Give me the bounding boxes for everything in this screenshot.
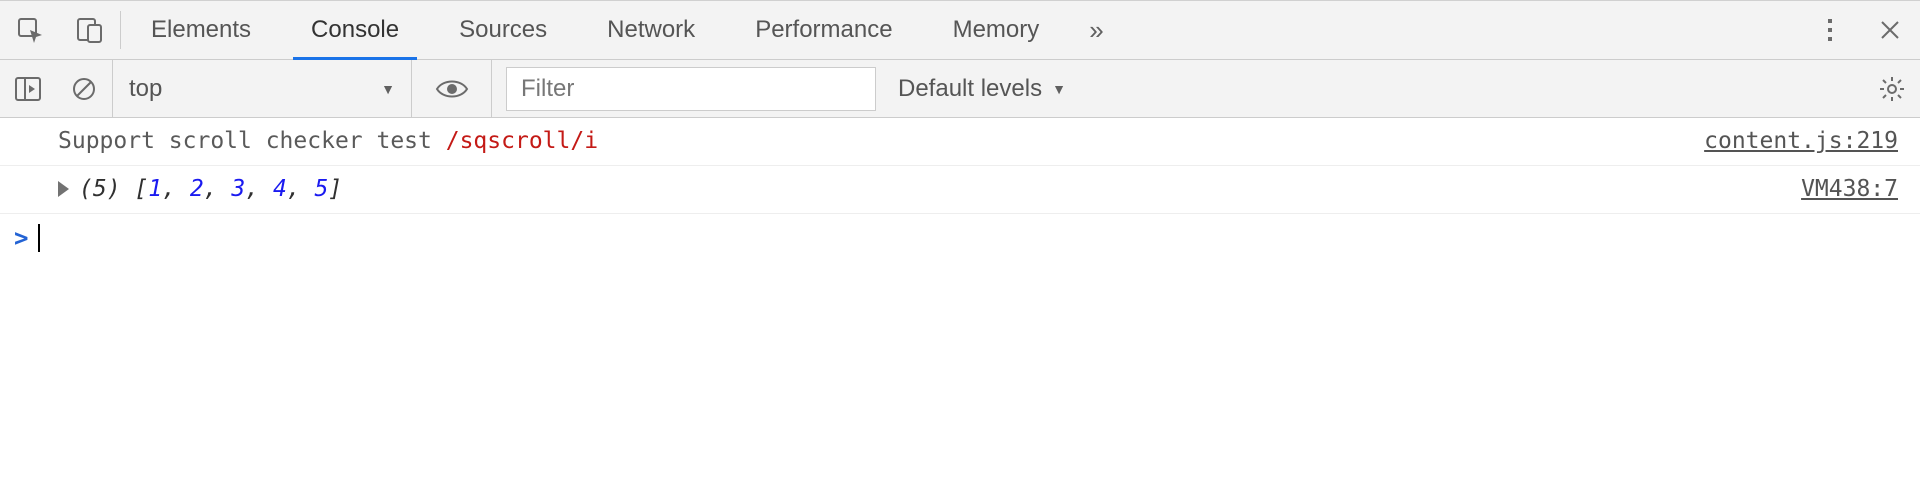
expand-toggle-icon[interactable] <box>58 181 69 197</box>
log-levels-select[interactable]: Default levels ▼ <box>876 60 1088 117</box>
log-levels-label: Default levels <box>898 75 1042 103</box>
execution-context-label: top <box>129 75 162 103</box>
tab-memory[interactable]: Memory <box>923 1 1070 59</box>
execution-context-select[interactable]: top ▼ <box>112 60 412 117</box>
console-settings-icon[interactable] <box>1864 75 1920 103</box>
more-tabs-icon[interactable]: » <box>1069 1 1123 59</box>
close-icon[interactable] <box>1860 18 1920 42</box>
log-source-link[interactable]: content.js:219 <box>1684 126 1898 157</box>
console-log-row: (5) [1, 2, 3, 4, 5] VM438:7 <box>0 166 1920 214</box>
chevron-down-icon: ▼ <box>1052 81 1066 97</box>
clear-console-icon[interactable] <box>56 76 112 102</box>
console-prompt[interactable]: > <box>0 214 1920 252</box>
log-message: (5) [1, 2, 3, 4, 5] <box>58 174 1781 205</box>
kebab-menu-icon[interactable] <box>1800 17 1860 43</box>
console-toolbar: top ▼ Default levels ▼ <box>0 60 1920 118</box>
tab-elements[interactable]: Elements <box>121 1 281 59</box>
log-message: Support scroll checker test /sqscroll/i <box>58 126 1684 157</box>
console-log-row: Support scroll checker test /sqscroll/i … <box>0 118 1920 166</box>
inspect-element-icon[interactable] <box>0 1 60 59</box>
tab-sources[interactable]: Sources <box>429 1 577 59</box>
live-expression-icon[interactable] <box>412 60 492 117</box>
console-output: Support scroll checker test /sqscroll/i … <box>0 118 1920 252</box>
prompt-chevron-icon: > <box>14 224 28 252</box>
devtools-tabstrip: Elements Console Sources Network Perform… <box>0 0 1920 60</box>
array-length: (5) <box>79 176 121 202</box>
tab-performance[interactable]: Performance <box>725 1 922 59</box>
tab-network[interactable]: Network <box>577 1 725 59</box>
device-toolbar-icon[interactable] <box>60 1 120 59</box>
regex-literal: /sqscroll/i <box>446 128 598 154</box>
tab-console[interactable]: Console <box>281 1 429 59</box>
log-source-link[interactable]: VM438:7 <box>1781 174 1898 205</box>
chevron-down-icon: ▼ <box>381 81 395 97</box>
console-filter-input[interactable] <box>506 67 876 111</box>
text-cursor <box>38 224 39 252</box>
toggle-console-sidebar-icon[interactable] <box>0 76 56 102</box>
